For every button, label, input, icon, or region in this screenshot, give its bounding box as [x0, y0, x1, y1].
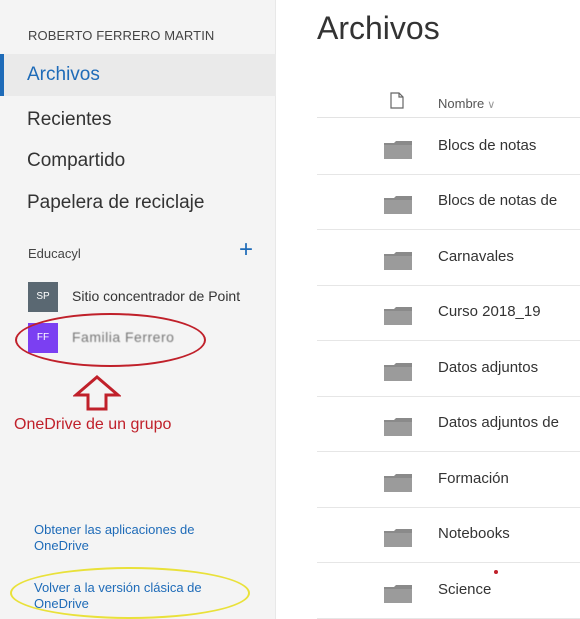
column-name-header[interactable]: Nombre ∨ — [438, 96, 495, 111]
folder-icon — [384, 252, 412, 270]
plus-icon[interactable]: + — [236, 238, 256, 262]
folder-icon — [384, 307, 412, 325]
file-type-icon[interactable] — [390, 92, 404, 109]
page-title: Archivos — [317, 10, 440, 46]
file-row-label: Carnavales — [438, 248, 514, 265]
folder-icon — [384, 529, 412, 547]
file-row[interactable]: Blocs de notas de — [317, 175, 580, 230]
annotation-arrow-icon — [73, 375, 121, 411]
annotation-ellipse-yellow — [10, 567, 250, 619]
file-row-label: Datos adjuntos — [438, 359, 539, 376]
file-row[interactable]: Datos adjuntos de — [317, 397, 580, 452]
folder-icon — [384, 363, 412, 381]
folder-icon — [384, 585, 412, 603]
annotation-text: OneDrive de un grupo — [14, 416, 172, 433]
red-dot — [494, 570, 498, 574]
file-row[interactable]: Science — [317, 564, 580, 619]
file-row-label: Notebooks — [438, 525, 510, 542]
folder-icon — [384, 141, 412, 159]
chevron-down-icon: ∨ — [487, 99, 496, 111]
annotation-ellipse-red — [15, 313, 206, 367]
site-badge-sp: SP — [28, 282, 58, 312]
user-name[interactable]: ROBERTO FERRERO MARTIN — [28, 28, 214, 43]
file-row[interactable]: Notebooks — [317, 508, 580, 563]
file-row[interactable]: Formación — [317, 453, 580, 508]
nav-archivos[interactable]: Archivos — [0, 54, 276, 96]
nav-compartido[interactable]: Compartido — [0, 140, 276, 182]
file-row[interactable]: Datos adjuntos — [317, 342, 580, 397]
section-educacyl: Educacyl — [28, 246, 81, 261]
get-apps-link[interactable]: Obtener las aplicaciones de OneDrive — [34, 522, 244, 554]
sidebar: ROBERTO FERRERO MARTIN Archivos Reciente… — [0, 0, 276, 619]
folder-icon — [384, 418, 412, 436]
file-row-label: Blocs de notas de — [438, 192, 558, 209]
file-row-label: Blocs de notas — [438, 137, 537, 154]
file-row-label: Curso 2018_19 — [438, 303, 541, 320]
file-row[interactable]: Blocs de notas — [317, 120, 580, 175]
file-row-label: Datos adjuntos de — [438, 414, 559, 431]
nav-recientes[interactable]: Recientes — [0, 99, 276, 141]
site-item-sp[interactable]: SP Sitio concentrador de Point — [28, 282, 268, 312]
column-name-label: Nombre — [438, 96, 485, 111]
folder-icon — [384, 196, 412, 214]
file-row-label: Formación — [438, 470, 509, 487]
file-row[interactable]: Curso 2018_19 — [317, 286, 580, 341]
file-row[interactable]: Carnavales — [317, 231, 580, 286]
file-row-label: Science — [438, 581, 492, 598]
nav-papelera[interactable]: Papelera de reciclaje — [0, 182, 276, 224]
folder-icon — [384, 474, 412, 492]
site-label: Sitio concentrador de Point — [72, 288, 241, 304]
